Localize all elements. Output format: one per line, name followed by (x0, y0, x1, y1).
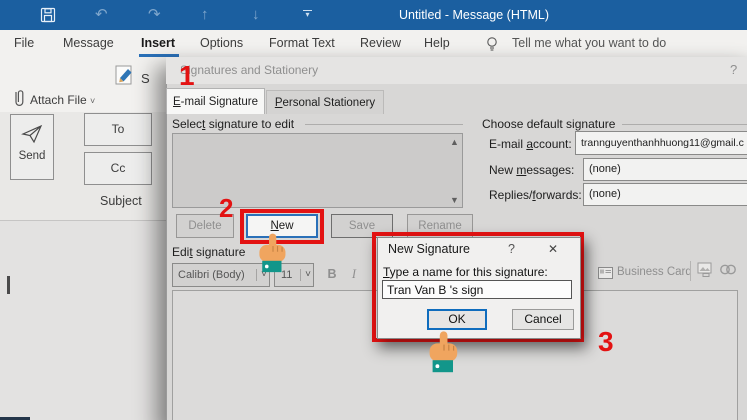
customize-qat-icon[interactable]: ▾ (303, 10, 312, 19)
tab-options[interactable]: Options (200, 36, 243, 50)
annotation-step-1: 1 (179, 60, 195, 92)
tab-format-text[interactable]: Format Text (269, 36, 335, 50)
send-label: Send (11, 150, 53, 162)
signature-button-icon[interactable] (114, 63, 136, 93)
hand-cursor-icon (256, 233, 290, 280)
italic-button[interactable]: I (347, 267, 361, 282)
ok-button[interactable]: OK (427, 309, 487, 330)
hand-cursor-icon (426, 331, 462, 380)
group-line (622, 124, 747, 125)
undo-icon[interactable]: ↶ (95, 0, 108, 30)
tell-me-box[interactable]: Tell me what you want to do (512, 36, 666, 50)
choose-default-label: Choose default signature (482, 117, 615, 131)
chevron-down-icon: ˅ (90, 96, 95, 106)
paperclip-icon (12, 88, 26, 113)
scroll-down-icon[interactable]: ▼ (450, 196, 459, 205)
signature-list[interactable] (172, 133, 463, 208)
insert-picture-icon[interactable] (697, 261, 714, 283)
tab-review[interactable]: Review (360, 36, 401, 50)
signature-button-partial-label[interactable]: S (141, 71, 150, 86)
select-signature-label: Select signature to edit (172, 117, 294, 131)
annotation-step-3: 3 (598, 326, 614, 358)
new-messages-select[interactable]: (none) (583, 158, 747, 181)
group-line (305, 124, 463, 125)
tab-file[interactable]: File (14, 36, 34, 50)
replies-forwards-select[interactable]: (none) (583, 183, 747, 206)
replies-forwards-label: Replies/forwards: (489, 188, 582, 202)
toolbar-separator (690, 261, 691, 281)
business-card-button[interactable]: Business Card (617, 266, 692, 278)
new-messages-label: New messages: (489, 163, 574, 177)
move-down-icon[interactable]: ↓ (252, 0, 260, 30)
compose-divider (0, 220, 166, 221)
tab-help[interactable]: Help (424, 36, 450, 50)
save-icon[interactable] (40, 7, 56, 28)
window-title: Untitled - Message (HTML) (399, 0, 549, 30)
send-button[interactable]: Send (10, 114, 54, 180)
hyperlink-icon[interactable] (719, 262, 737, 282)
new-signature-dialog-title: New Signature (388, 242, 470, 256)
text-cursor (7, 276, 10, 294)
redo-icon[interactable]: ↷ (148, 0, 161, 30)
signature-name-prompt: Type a name for this signature: (383, 265, 548, 279)
signatures-dialog-title: Signatures and Stationery (180, 63, 318, 77)
close-icon[interactable]: ✕ (548, 242, 558, 256)
business-card-icon (598, 266, 613, 284)
email-account-label: E-mail account: (489, 137, 572, 151)
annotation-step-2: 2 (219, 193, 233, 224)
email-account-select[interactable]: trannguyenthanhhuong11@gmail.c (575, 131, 747, 155)
attach-file-button[interactable]: Attach File ˅ (30, 93, 95, 107)
scroll-up-icon[interactable]: ▲ (450, 138, 459, 147)
move-up-icon[interactable]: ↑ (201, 0, 209, 30)
bold-button[interactable]: B (324, 267, 340, 281)
tab-personal-stationery[interactable]: Personal Stationery (266, 90, 384, 114)
outlook-window: ↶ ↷ ↑ ↓ ▾ Untitled - Message (HTML) File… (0, 0, 747, 420)
help-icon[interactable]: ? (508, 242, 515, 256)
chevron-down-icon: ˅ (300, 269, 311, 281)
cancel-button[interactable]: Cancel (512, 309, 574, 330)
subject-label: Subject (100, 194, 142, 208)
title-bar (0, 0, 747, 30)
tab-insert[interactable]: Insert (141, 36, 175, 50)
edit-signature-label: Edit signature (172, 245, 245, 259)
cc-button[interactable]: Cc (84, 152, 152, 185)
to-button[interactable]: To (84, 113, 152, 146)
tab-message[interactable]: Message (63, 36, 114, 50)
dialog-help-icon[interactable]: ? (730, 62, 737, 77)
signature-name-input[interactable]: Tran Van B 's sign (382, 280, 572, 299)
lightbulb-icon (485, 36, 499, 57)
